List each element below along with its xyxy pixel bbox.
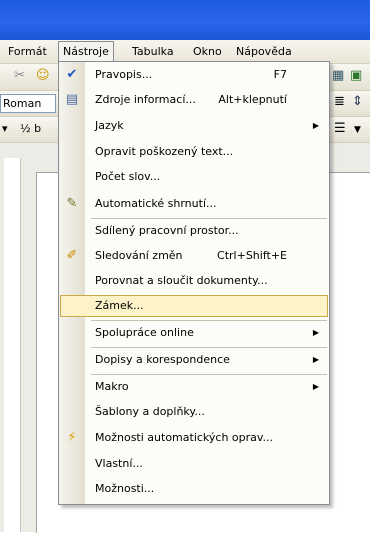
border-icon[interactable]: ☰ [334,121,346,136]
line-width-select[interactable]: ½ b [20,122,41,135]
menu-item-label: Spolupráce online [95,326,194,339]
menu-item-label: Zámek... [95,299,144,312]
menu-item-label: Možnosti... [95,482,155,495]
font-name-input[interactable]: Roman [0,94,56,113]
menu-item-label: Jazyk [95,119,124,132]
menu-item-shrnuti[interactable]: ✎ Automatické shrnutí... [59,193,329,215]
menu-item-label: Porovnat a sloučit dokumenty... [95,274,268,287]
smiley-icon[interactable]: ☺ [36,68,50,83]
menu-item-shortcut: Ctrl+Shift+E [217,249,287,262]
dropdown-arrow-icon[interactable]: ▾ [2,122,8,135]
menu-item-label: Pravopis... [95,68,153,81]
menu-item-sledovani[interactable]: ✐ Sledování změn Ctrl+Shift+E [59,245,329,267]
menu-item-moznosti[interactable]: Možnosti... [59,478,329,500]
line-spacing-icon[interactable]: ⇕ [352,94,363,109]
vertical-ruler [4,158,21,532]
border-dropdown-icon[interactable]: ▼ [354,125,361,135]
menu-item-sdileny[interactable]: Sdílený pracovní prostor... [59,220,329,242]
menu-item-label: Automatické shrnutí... [95,197,217,210]
submenu-arrow-icon: ▶ [312,382,319,391]
submenu-arrow-icon: ▶ [312,355,319,364]
menu-item-pravopis[interactable]: ✔ Pravopis... F7 [59,64,329,86]
table-icon[interactable]: ▦ [332,68,344,83]
menu-okno[interactable]: Okno [191,44,224,60]
track-changes-icon: ✐ [66,248,78,263]
menu-item-shortcut: F7 [273,68,287,81]
menu-item-label: Sdílený pracovní prostor... [95,224,239,237]
menu-item-label: Makro [95,380,129,393]
menu-nastroje[interactable]: Nástroje [58,41,114,62]
title-bar [0,0,370,40]
justify-icon[interactable]: ≣ [334,94,345,109]
menu-item-porovnat[interactable]: Porovnat a sloučit dokumenty... [59,270,329,292]
menu-format[interactable]: Formát [6,44,49,60]
menu-item-label: Vlastní... [95,457,143,470]
spellcheck-icon: ✔ [66,67,78,82]
menu-tabulka[interactable]: Tabulka [130,44,176,60]
menu-napoveda[interactable]: Nápověda [234,44,294,60]
menu-item-label: Možnosti automatických oprav... [95,431,274,444]
autocorrect-icon: ⚡ [67,430,77,445]
menu-item-label: Počet slov... [95,170,161,183]
tools-menu: ✔ Pravopis... F7 ▤ Zdroje informací... A… [58,61,330,505]
menu-item-label: Dopisy a korespondence [95,353,230,366]
research-icon: ▤ [65,92,79,107]
menu-item-spoluprace[interactable]: Spolupráce online ▶ [59,322,329,344]
menu-item-shortcut: Alt+klepnutí [218,93,287,106]
excel-icon[interactable]: ▣ [350,68,362,83]
cut-icon[interactable]: ✂ [14,68,25,83]
menu-item-zdroje[interactable]: ▤ Zdroje informací... Alt+klepnutí [59,89,329,111]
menu-item-zamek[interactable]: Zámek... [60,295,328,317]
menu-item-vlastni[interactable]: Vlastní... [59,453,329,475]
menu-item-sablony[interactable]: Šablony a doplňky... [59,401,329,423]
menu-separator [91,347,327,348]
menu-item-label: Šablony a doplňky... [95,405,205,418]
menu-item-label: Zdroje informací... [95,93,196,106]
menu-item-autoopravy[interactable]: ⚡ Možnosti automatických oprav... [59,427,329,449]
submenu-arrow-icon: ▶ [312,328,319,337]
menu-item-label: Sledování změn [95,249,183,262]
menu-item-opravit[interactable]: Opravit poškozený text... [59,141,329,163]
autosummary-icon: ✎ [66,196,78,211]
menu-item-jazyk[interactable]: Jazyk ▶ [59,115,329,137]
submenu-arrow-icon: ▶ [312,121,319,130]
menu-item-makro[interactable]: Makro ▶ [59,376,329,398]
menu-separator [91,218,327,219]
menu-item-pocet-slov[interactable]: Počet slov... [59,166,329,188]
menu-separator [91,374,327,375]
menu-item-dopisy[interactable]: Dopisy a korespondence ▶ [59,349,329,371]
menu-separator [91,320,327,321]
menu-item-label: Opravit poškozený text... [95,145,234,158]
